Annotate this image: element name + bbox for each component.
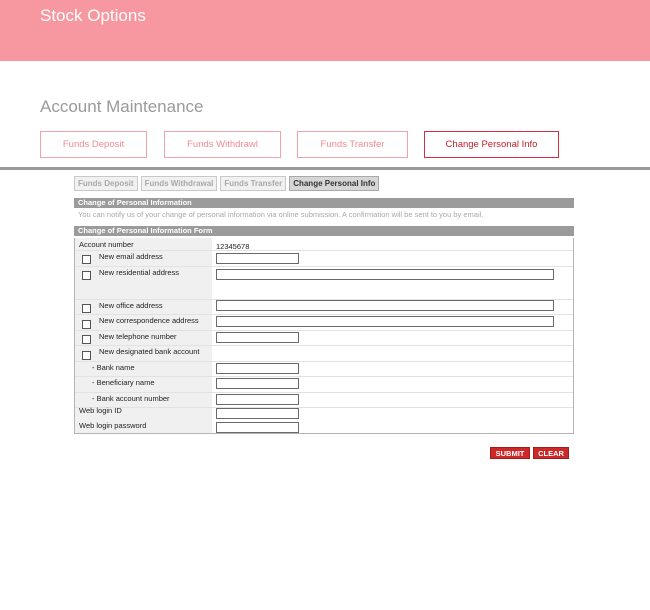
correspondence-label: New correspondence address [99, 316, 199, 325]
telephone-field[interactable] [216, 332, 299, 343]
row-divider [75, 376, 573, 377]
subtab-change-personal-info[interactable]: Change Personal Info [289, 176, 380, 191]
residential-address-field[interactable] [216, 269, 554, 280]
bank-account-checkbox[interactable] [82, 351, 91, 360]
office-address-field[interactable] [216, 300, 554, 311]
correspondence-checkbox[interactable] [82, 320, 91, 329]
login-password-label: Web login password [79, 421, 147, 430]
office-checkbox[interactable] [82, 304, 91, 313]
email-field[interactable] [216, 253, 299, 264]
office-label: New office address [99, 301, 163, 310]
row-divider [75, 392, 573, 393]
correspondence-address-field[interactable] [216, 316, 554, 327]
bank-name-field[interactable] [216, 363, 299, 374]
row-divider [75, 361, 573, 362]
bank-name-label: - Bank name [92, 363, 135, 372]
header-banner: Stock Options [0, 0, 650, 61]
residential-checkbox[interactable] [82, 271, 91, 280]
section-title: Account Maintenance [40, 97, 204, 116]
row-divider [75, 266, 573, 267]
form-header: Change of Personal Information Form [74, 226, 574, 236]
login-password-field[interactable] [216, 422, 299, 433]
login-id-field[interactable] [216, 408, 299, 419]
row-divider [75, 407, 573, 408]
bank-account-number-field[interactable] [216, 394, 299, 405]
account-number-label: Account number [79, 240, 134, 249]
tab-funds-withdrawl[interactable]: Funds Withdrawl [164, 131, 281, 158]
beneficiary-name-field[interactable] [216, 378, 299, 389]
row-divider [75, 250, 573, 251]
info-text: You can notify us of your change of pers… [78, 210, 484, 219]
sub-tabs: Funds Deposit Funds Withdrawal Funds Tra… [74, 176, 380, 191]
tab-funds-deposit[interactable]: Funds Deposit [40, 131, 147, 158]
row-divider [75, 330, 573, 331]
telephone-checkbox[interactable] [82, 335, 91, 344]
row-divider [75, 345, 573, 346]
subtab-funds-withdrawal[interactable]: Funds Withdrawal [140, 176, 218, 191]
submit-button[interactable]: SUBMIT [490, 447, 530, 459]
beneficiary-label: - Beneficiary name [92, 378, 155, 387]
login-id-label: Web login ID [79, 406, 122, 415]
residential-label: New residential address [99, 268, 180, 277]
bank-account-label: New designated bank account [99, 347, 200, 356]
row-divider [75, 314, 573, 315]
tab-change-personal-info[interactable]: Change Personal Info [424, 131, 559, 158]
email-label: New email address [99, 252, 163, 261]
tab-funds-transfer[interactable]: Funds Transfer [297, 131, 408, 158]
subtab-funds-transfer[interactable]: Funds Transfer [220, 176, 287, 191]
app-title: Stock Options [40, 6, 146, 25]
email-checkbox[interactable] [82, 255, 91, 264]
clear-button[interactable]: CLEAR [533, 447, 569, 459]
personal-info-form: Change of Personal Information Form Acco… [74, 226, 574, 610]
bank-account-number-label: - Bank account number [92, 394, 170, 403]
subtab-funds-deposit[interactable]: Funds Deposit [74, 176, 138, 191]
divider [0, 167, 650, 170]
telephone-label: New telephone number [99, 332, 177, 341]
info-header: Change of Personal Information [74, 198, 574, 208]
account-number-value: 12345678 [216, 242, 250, 251]
